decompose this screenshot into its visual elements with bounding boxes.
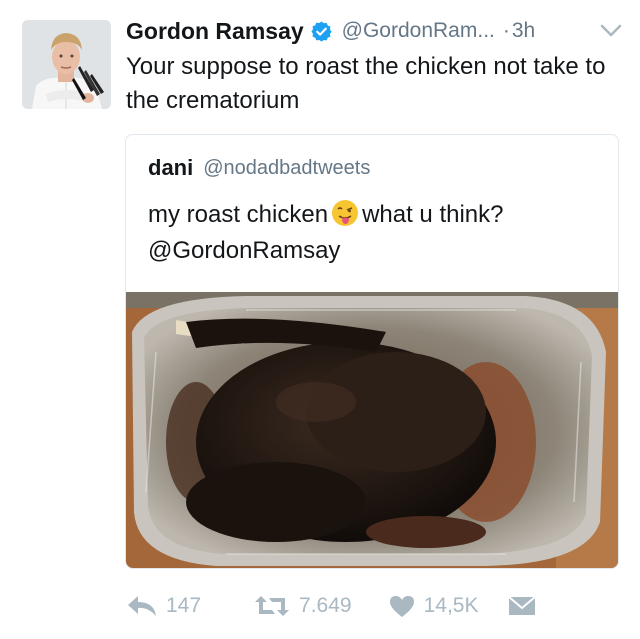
- reply-button[interactable]: 147: [126, 594, 201, 618]
- header-separator: ·: [502, 19, 510, 42]
- author-avatar[interactable]: [22, 20, 111, 109]
- retweet-icon: [255, 596, 290, 616]
- chevron-down-icon[interactable]: [600, 24, 622, 38]
- quoted-tweet-text: my roast chicken what u think? @GordonRa…: [148, 197, 598, 269]
- direct-message-button[interactable]: [507, 594, 537, 618]
- like-count: 14,5K: [423, 594, 479, 617]
- verified-badge-icon: [311, 20, 332, 42]
- quoted-author-name: dani: [148, 155, 194, 180]
- retweet-button[interactable]: 7.649: [253, 594, 352, 618]
- heart-icon: [389, 596, 414, 617]
- quoted-tweet-header: dani @nodadbadtweets: [148, 153, 370, 183]
- tweet-actions: 147 7.649 14,5K: [126, 590, 537, 622]
- quoted-author-handle: @nodadbadtweets: [203, 156, 371, 179]
- retweet-count: 7.649: [299, 594, 352, 617]
- tweet-header: Gordon Ramsay @GordonRam... · 3h: [126, 14, 622, 48]
- like-button[interactable]: 14,5K: [388, 594, 479, 618]
- quoted-text-before-emoji: my roast chicken: [148, 201, 329, 228]
- author-handle[interactable]: @GordonRam...: [342, 19, 495, 43]
- burnt-roast-chicken-photo[interactable]: [126, 292, 618, 568]
- tweet-text: Your suppose to roast the chicken not ta…: [126, 53, 606, 114]
- quoted-tweet[interactable]: dani @nodadbadtweets my roast chicken wh…: [125, 134, 619, 569]
- face-with-tongue-emoji: [332, 200, 359, 226]
- reply-count: 147: [166, 594, 202, 617]
- avatar-photo: [22, 20, 111, 109]
- tweet-timestamp[interactable]: 3h: [512, 19, 535, 43]
- envelope-icon: [507, 596, 536, 615]
- author-name[interactable]: Gordon Ramsay: [126, 18, 304, 45]
- reply-icon: [128, 596, 156, 616]
